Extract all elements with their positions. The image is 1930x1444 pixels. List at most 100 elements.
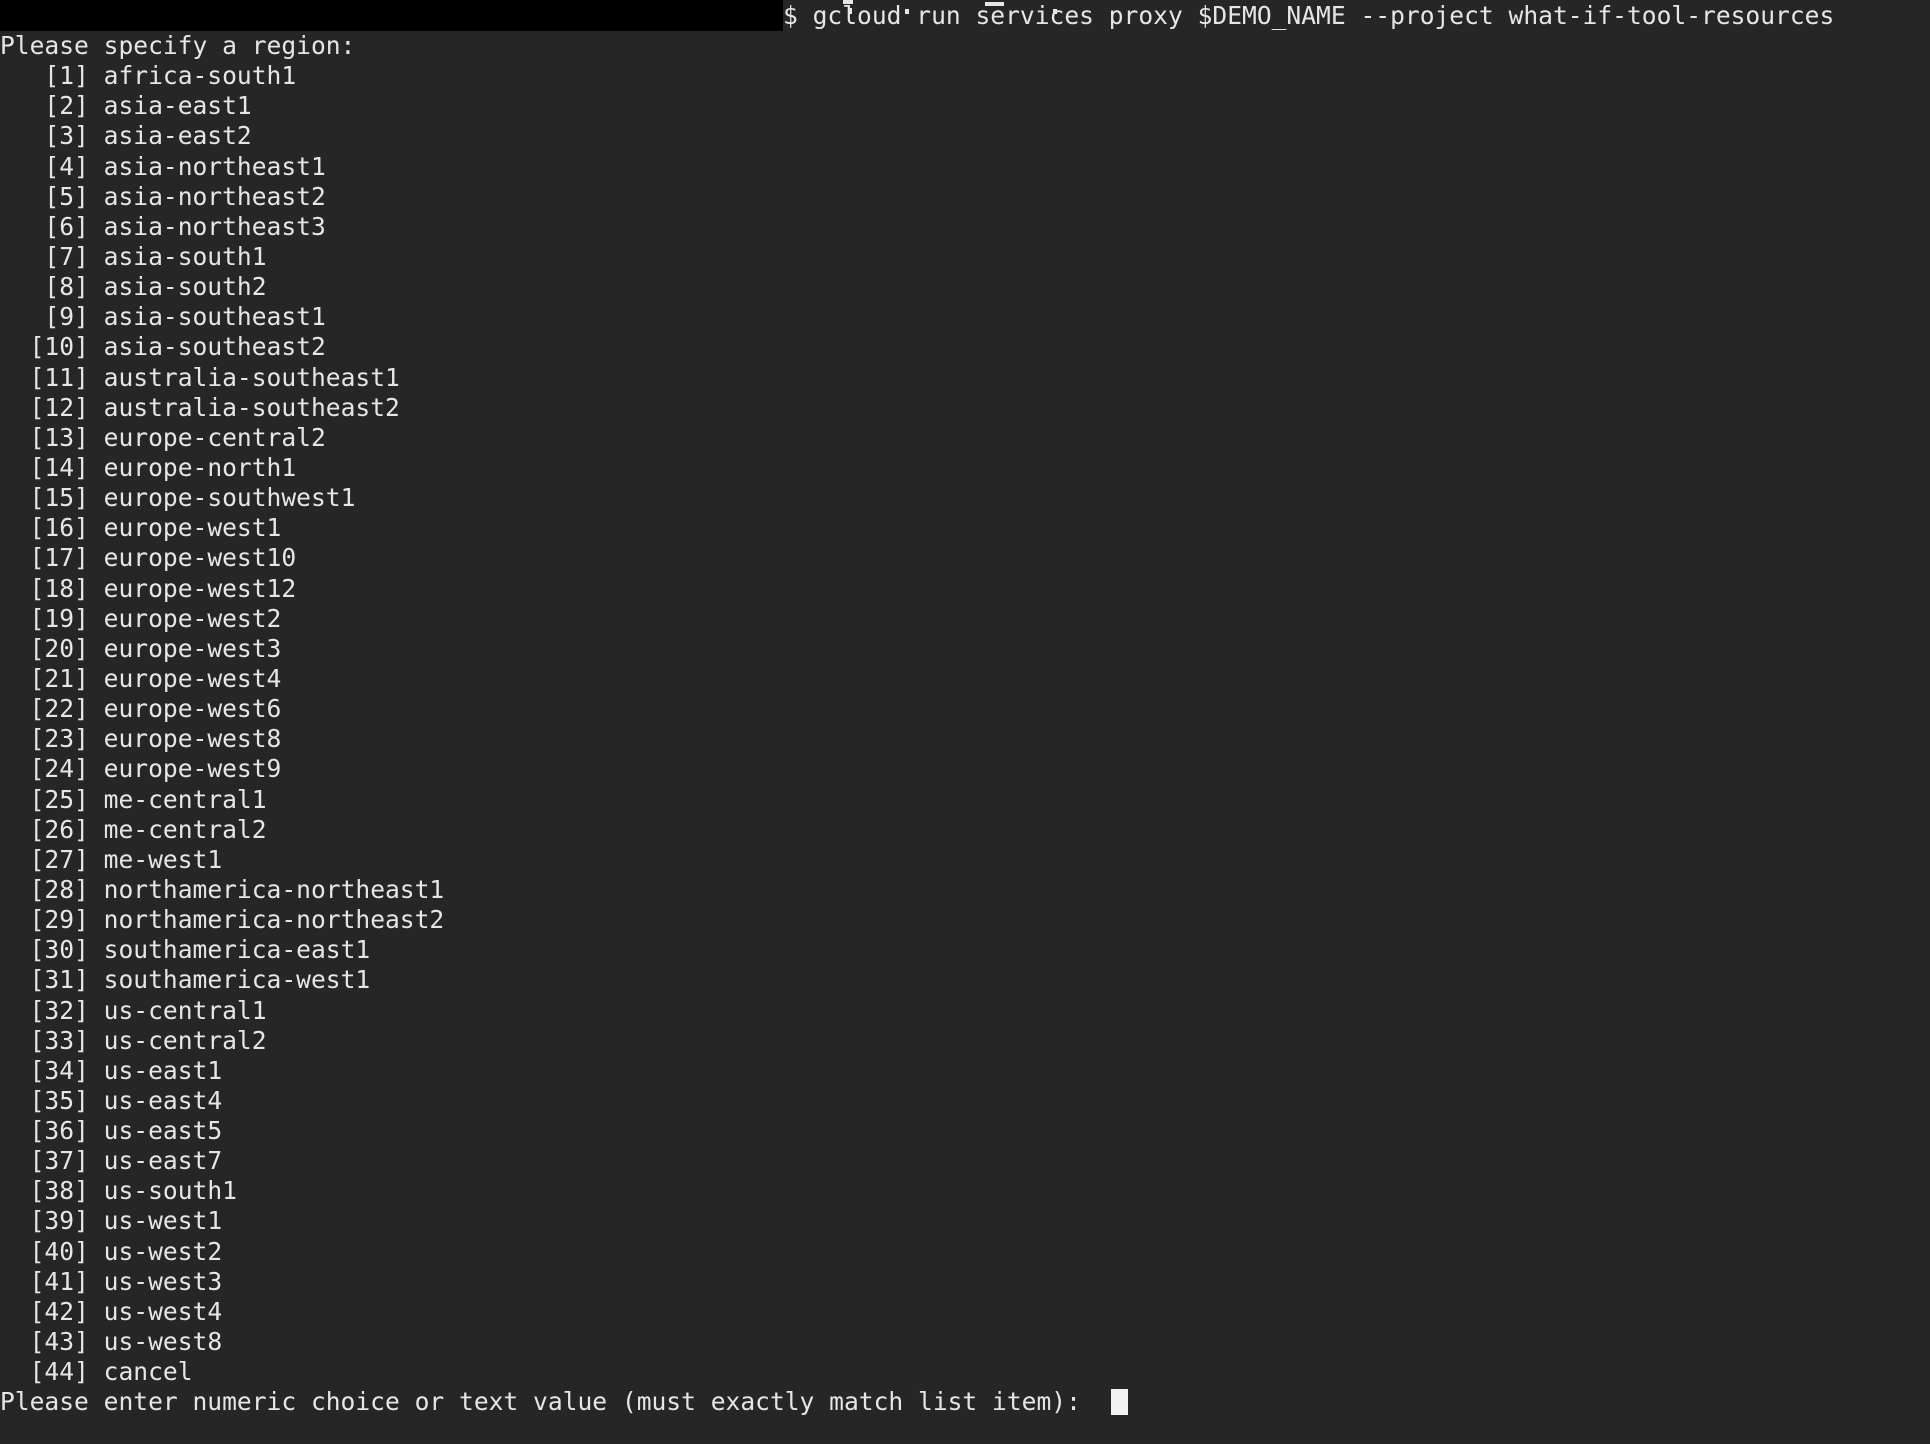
region-option-item[interactable]: [23] europe-west8 (0, 724, 1930, 754)
region-option-item[interactable]: [15] europe-southwest1 (0, 483, 1930, 513)
region-option-index: [2] (44, 91, 89, 121)
region-option-value: asia-northeast2 (103, 181, 326, 211)
region-option-value: us-west8 (103, 1327, 223, 1357)
region-option-item[interactable]: [21] europe-west4 (0, 664, 1930, 694)
region-option-index: [38] (29, 1176, 89, 1206)
region-option-item[interactable]: [31] southamerica-west1 (0, 965, 1930, 995)
region-option-index: [44] (29, 1357, 89, 1387)
region-option-item[interactable]: [41] us-west3 (0, 1267, 1930, 1297)
region-option-index: [17] (29, 543, 89, 573)
region-option-value: southamerica-west1 (103, 965, 371, 995)
region-option-index: [22] (29, 694, 89, 724)
region-option-index: [28] (29, 874, 89, 904)
region-option-index: [39] (29, 1206, 89, 1236)
region-option-index: [14] (29, 452, 89, 482)
region-option-item[interactable]: [30] southamerica-east1 (0, 935, 1930, 965)
region-option-item[interactable]: [5] asia-northeast2 (0, 182, 1930, 212)
region-option-value: europe-central2 (103, 422, 326, 452)
region-option-item[interactable]: [29] northamerica-northeast2 (0, 905, 1930, 935)
region-option-index: [33] (29, 1025, 89, 1055)
region-option-value: asia-south1 (103, 241, 267, 271)
region-option-value: me-west1 (103, 844, 223, 874)
region-option-item[interactable]: [43] us-west8 (0, 1327, 1930, 1357)
terminal-window[interactable]: $ gcloud run services proxy $DEMO_NAME -… (0, 0, 1930, 1444)
region-option-value: southamerica-east1 (103, 935, 371, 965)
region-option-value: us-east4 (103, 1085, 223, 1115)
region-option-item[interactable]: [7] asia-south1 (0, 242, 1930, 272)
region-option-item[interactable]: [2] asia-east1 (0, 91, 1930, 121)
region-option-item[interactable]: [34] us-east1 (0, 1056, 1930, 1086)
region-option-value: asia-south2 (103, 272, 267, 302)
region-option-value: africa-south1 (103, 61, 297, 91)
region-option-value: europe-west3 (103, 633, 282, 663)
region-option-item[interactable]: [8] asia-south2 (0, 272, 1930, 302)
region-option-value: me-central2 (103, 814, 267, 844)
region-prompt-header: Please specify a region: (0, 31, 356, 60)
region-option-index: [40] (29, 1236, 89, 1266)
region-option-item[interactable]: [28] northamerica-northeast1 (0, 875, 1930, 905)
region-option-item[interactable]: [44] cancel (0, 1357, 1930, 1387)
region-option-index: [20] (29, 633, 89, 663)
region-option-index: [15] (29, 483, 89, 513)
region-option-value: europe-west4 (103, 663, 282, 693)
region-option-item[interactable]: [4] asia-northeast1 (0, 152, 1930, 182)
region-option-item[interactable]: [26] me-central2 (0, 815, 1930, 845)
region-option-item[interactable]: [20] europe-west3 (0, 634, 1930, 664)
text-cursor[interactable] (1111, 1389, 1129, 1416)
region-option-value: us-central1 (103, 995, 267, 1025)
region-option-item[interactable]: [18] europe-west12 (0, 574, 1930, 604)
region-option-item[interactable]: [10] asia-southeast2 (0, 332, 1930, 362)
region-option-item[interactable]: [17] europe-west10 (0, 543, 1930, 573)
region-option-index: [30] (29, 935, 89, 965)
region-option-item[interactable]: [42] us-west4 (0, 1297, 1930, 1327)
input-prompt-line[interactable]: Please enter numeric choice or text valu… (0, 1387, 1930, 1417)
region-option-index: [43] (29, 1327, 89, 1357)
region-option-value: europe-west2 (103, 603, 282, 633)
region-option-item[interactable]: [1] africa-south1 (0, 61, 1930, 91)
region-option-index: [31] (29, 965, 89, 995)
region-option-item[interactable]: [24] europe-west9 (0, 754, 1930, 784)
region-option-index: [24] (29, 754, 89, 784)
region-option-item[interactable]: [38] us-south1 (0, 1176, 1930, 1206)
region-option-item[interactable]: [27] me-west1 (0, 845, 1930, 875)
input-prompt-label: Please enter numeric choice or text valu… (0, 1387, 1096, 1417)
region-option-value: europe-west12 (103, 573, 297, 603)
region-option-value: asia-northeast3 (103, 211, 326, 241)
region-option-item[interactable]: [12] australia-southeast2 (0, 393, 1930, 423)
region-option-item[interactable]: [33] us-central2 (0, 1026, 1930, 1056)
region-option-item[interactable]: [36] us-east5 (0, 1116, 1930, 1146)
region-option-item[interactable]: [16] europe-west1 (0, 513, 1930, 543)
region-option-index: [10] (29, 332, 89, 362)
terminal-output: $ gcloud run services proxy $DEMO_NAME -… (0, 0, 1930, 1417)
region-option-index: [35] (29, 1085, 89, 1115)
region-option-index: [11] (29, 362, 89, 392)
region-option-index: [8] (44, 272, 89, 302)
region-option-item[interactable]: [32] us-central1 (0, 996, 1930, 1026)
region-option-item[interactable]: [14] europe-north1 (0, 453, 1930, 483)
region-option-index: [27] (29, 844, 89, 874)
region-option-index: [32] (29, 995, 89, 1025)
region-option-value: us-central2 (103, 1025, 267, 1055)
region-option-item[interactable]: [39] us-west1 (0, 1206, 1930, 1236)
region-option-value: us-east5 (103, 1116, 223, 1146)
region-option-item[interactable]: [35] us-east4 (0, 1086, 1930, 1116)
region-option-index: [13] (29, 422, 89, 452)
region-option-index: [9] (44, 302, 89, 332)
region-option-item[interactable]: [19] europe-west2 (0, 604, 1930, 634)
region-option-item[interactable]: [40] us-west2 (0, 1237, 1930, 1267)
region-option-item[interactable]: [22] europe-west6 (0, 694, 1930, 724)
region-option-item[interactable]: [9] asia-southeast1 (0, 302, 1930, 332)
region-option-item[interactable]: [25] me-central1 (0, 785, 1930, 815)
region-option-index: [6] (44, 211, 89, 241)
region-option-value: northamerica-northeast2 (103, 905, 445, 935)
region-option-item[interactable]: [3] asia-east2 (0, 121, 1930, 151)
region-option-index: [23] (29, 724, 89, 754)
region-option-index: [21] (29, 663, 89, 693)
region-option-index: [42] (29, 1296, 89, 1326)
region-option-item[interactable]: [13] europe-central2 (0, 423, 1930, 453)
region-option-item[interactable]: [37] us-east7 (0, 1146, 1930, 1176)
region-option-value: northamerica-northeast1 (103, 874, 445, 904)
region-option-item[interactable]: [11] australia-southeast1 (0, 363, 1930, 393)
region-option-index: [12] (29, 392, 89, 422)
region-option-item[interactable]: [6] asia-northeast3 (0, 212, 1930, 242)
